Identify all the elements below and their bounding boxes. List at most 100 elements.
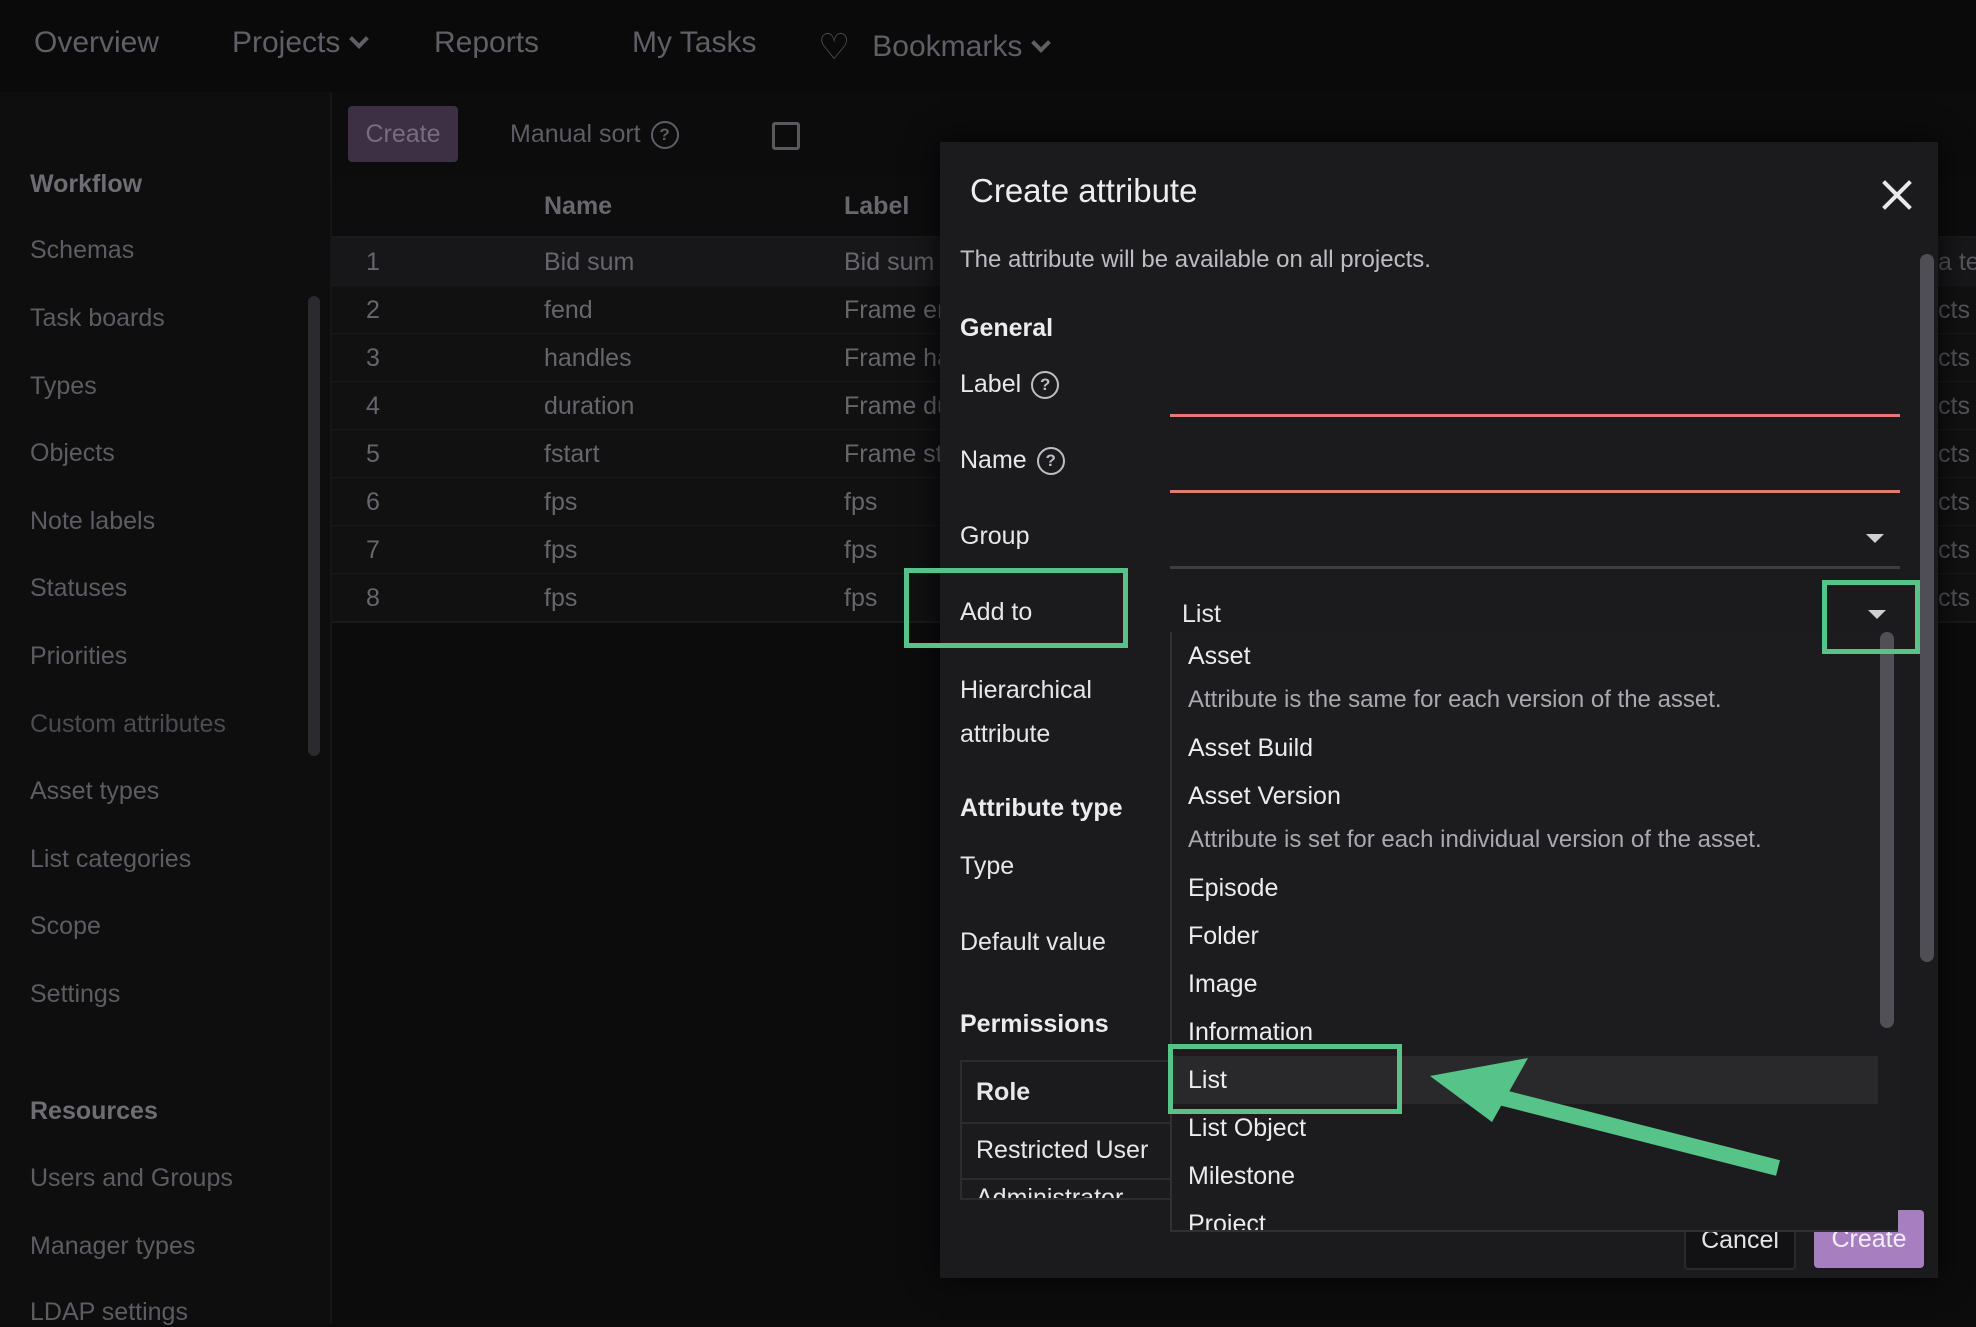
- chevron-down-icon: [349, 29, 370, 49]
- permissions-table: Role Restricted User Administrator: [960, 1060, 1194, 1200]
- sidebar-item-task-boards[interactable]: Task boards: [30, 304, 165, 333]
- column-header-label[interactable]: Label: [844, 192, 909, 221]
- option-asset-build[interactable]: Asset Build: [1188, 734, 1313, 763]
- help-icon[interactable]: ?: [650, 120, 679, 149]
- option-list-object[interactable]: List Object: [1188, 1114, 1306, 1143]
- nav-bookmarks-label: Bookmarks: [872, 30, 1023, 63]
- dialog-scrollbar[interactable]: [1920, 254, 1934, 962]
- row-extra: cts: [1938, 392, 1970, 420]
- option-episode[interactable]: Episode: [1188, 874, 1278, 903]
- option-asset-version[interactable]: Asset Version: [1188, 782, 1341, 811]
- add-to-select[interactable]: List: [1182, 600, 1221, 629]
- nav-my-tasks[interactable]: My Tasks: [632, 26, 756, 60]
- sidebar-item-settings[interactable]: Settings: [30, 980, 120, 1009]
- row-name: Bid sum: [544, 248, 635, 276]
- row-name: fps: [544, 488, 578, 516]
- row-number: 3: [366, 344, 380, 372]
- create-button[interactable]: Create: [348, 106, 458, 162]
- dialog-title: Create attribute: [970, 172, 1198, 209]
- label-field-label: Label ?: [960, 370, 1060, 399]
- divider: [962, 1122, 1192, 1124]
- sidebar-item-priorities[interactable]: Priorities: [30, 642, 127, 671]
- sidebar-item-manager-types[interactable]: Manager types: [30, 1232, 195, 1261]
- row-number: 7: [366, 536, 380, 564]
- row-number: 4: [366, 392, 380, 420]
- callout-list-option: [1168, 1044, 1402, 1114]
- hierarchical-attribute-label: Hierarchical attribute: [960, 668, 1092, 756]
- callout-dropdown-toggle: [1822, 580, 1920, 654]
- option-asset-version-description: Attribute is set for each individual ver…: [1188, 826, 1762, 853]
- row-extra: cts: [1938, 536, 1970, 564]
- nav-overview-label: Overview: [34, 26, 160, 59]
- hierarchical-line1: Hierarchical: [960, 676, 1092, 704]
- nav-overview[interactable]: Overview: [34, 26, 159, 60]
- row-extra: cts: [1938, 344, 1970, 372]
- close-icon[interactable]: [1880, 178, 1914, 212]
- permissions-row[interactable]: Administrator: [976, 1184, 1123, 1198]
- nav-bookmarks[interactable]: ♡ Bookmarks: [818, 26, 1052, 68]
- row-label: Frame ha: [844, 344, 951, 372]
- option-folder[interactable]: Folder: [1188, 922, 1259, 951]
- dropdown-scrollbar[interactable]: [1880, 632, 1894, 1028]
- option-image[interactable]: Image: [1188, 970, 1257, 999]
- row-name: handles: [544, 344, 632, 372]
- row-extra: cts: [1938, 440, 1970, 468]
- nav-projects-label: Projects: [232, 26, 341, 59]
- sidebar-item-users-and-groups[interactable]: Users and Groups: [30, 1164, 233, 1193]
- sidebar-item-note-labels[interactable]: Note labels: [30, 507, 155, 536]
- row-number: 8: [366, 584, 380, 612]
- row-name: fstart: [544, 440, 600, 468]
- row-name: fps: [544, 536, 578, 564]
- sidebar-item-scope[interactable]: Scope: [30, 912, 101, 941]
- sidebar-item-statuses[interactable]: Statuses: [30, 574, 127, 603]
- option-project[interactable]: Project: [1188, 1210, 1266, 1230]
- help-icon[interactable]: ?: [1036, 446, 1065, 475]
- nav-reports-label: Reports: [434, 26, 540, 59]
- row-label: fps: [844, 584, 878, 612]
- option-asset-description: Attribute is the same for each version o…: [1188, 686, 1722, 713]
- heart-icon: ♡: [818, 26, 851, 67]
- nav-reports[interactable]: Reports: [434, 26, 539, 60]
- label-input[interactable]: [1170, 414, 1900, 417]
- sidebar-scrollbar[interactable]: [308, 296, 320, 756]
- dropdown-arrow-icon[interactable]: [1866, 534, 1884, 543]
- dialog-description: The attribute will be available on all p…: [960, 246, 1431, 273]
- nav-my-tasks-label: My Tasks: [632, 26, 757, 59]
- row-name: fps: [544, 584, 578, 612]
- row-number: 2: [366, 296, 380, 324]
- row-number: 1: [366, 248, 380, 276]
- column-header-name[interactable]: Name: [544, 192, 612, 221]
- sidebar-item-objects[interactable]: Objects: [30, 439, 115, 468]
- sidebar-item-ldap-settings[interactable]: LDAP settings: [30, 1298, 188, 1327]
- option-information[interactable]: Information: [1188, 1018, 1313, 1047]
- option-asset[interactable]: Asset: [1188, 642, 1251, 671]
- name-input[interactable]: [1170, 490, 1900, 493]
- section-attribute-type: Attribute type: [960, 794, 1123, 822]
- name-field-text: Name: [960, 446, 1027, 474]
- chevron-down-icon: [1031, 33, 1052, 53]
- sidebar-item-list-categories[interactable]: List categories: [30, 845, 191, 874]
- row-label: fps: [844, 488, 878, 516]
- permissions-row[interactable]: Restricted User: [976, 1136, 1148, 1165]
- row-extra: cts: [1938, 488, 1970, 516]
- row-extra: a te: [1938, 248, 1976, 276]
- sidebar-item-schemas[interactable]: Schemas: [30, 236, 134, 265]
- option-milestone[interactable]: Milestone: [1188, 1162, 1295, 1191]
- top-navigation: Overview Projects Reports My Tasks ♡ Book…: [0, 0, 1976, 92]
- section-general: General: [960, 314, 1054, 342]
- sidebar-item-custom-attributes[interactable]: Custom attributes: [30, 710, 226, 739]
- sidebar-item-types[interactable]: Types: [30, 372, 97, 401]
- row-name: duration: [544, 392, 635, 420]
- row-label: Frame du: [844, 392, 951, 420]
- nav-projects[interactable]: Projects: [232, 26, 370, 60]
- manual-sort: Manual sort ?: [510, 120, 679, 149]
- row-label: Frame st: [844, 440, 943, 468]
- section-permissions: Permissions: [960, 1010, 1109, 1038]
- group-select[interactable]: [1170, 566, 1900, 569]
- row-extra: cts: [1938, 584, 1970, 612]
- manual-sort-checkbox[interactable]: [772, 122, 800, 150]
- sidebar-item-asset-types[interactable]: Asset types: [30, 777, 159, 806]
- settings-sidebar: Workflow Schemas Task boards Types Objec…: [0, 92, 332, 1327]
- help-icon[interactable]: ?: [1031, 370, 1060, 399]
- row-number: 6: [366, 488, 380, 516]
